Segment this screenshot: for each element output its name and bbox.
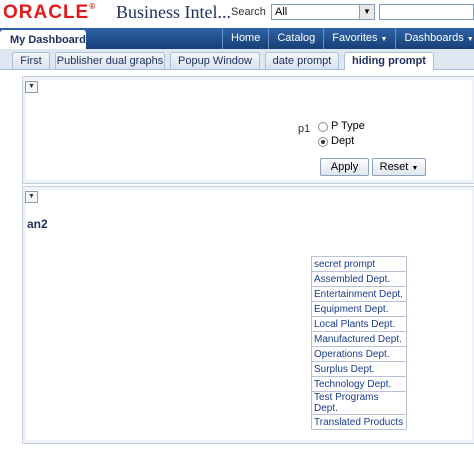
radio-label-p-type: P Type bbox=[331, 120, 365, 132]
reset-button[interactable]: Reset ▼ bbox=[372, 158, 426, 176]
table-cell[interactable]: Operations Dept. bbox=[311, 346, 407, 362]
dashboard-title: My Dashboard bbox=[0, 30, 86, 50]
chevron-down-icon[interactable]: ▼ bbox=[359, 5, 374, 19]
chevron-down-icon: ▼ bbox=[380, 36, 388, 43]
chevron-down-icon: ▼ bbox=[411, 165, 419, 172]
table-row[interactable]: Entertainment Dept. bbox=[311, 286, 407, 302]
table-cell[interactable]: Assembled Dept. bbox=[311, 271, 407, 287]
search-scope-value: All bbox=[275, 6, 288, 18]
prompt-label: p1 bbox=[298, 123, 311, 135]
table-row[interactable]: Technology Dept. bbox=[311, 376, 407, 392]
tab-first[interactable]: First bbox=[12, 52, 50, 69]
table-row[interactable]: Equipment Dept. bbox=[311, 301, 407, 317]
collapse-section-icon[interactable]: ▼ bbox=[25, 191, 38, 203]
table-cell[interactable]: Entertainment Dept. bbox=[311, 286, 407, 302]
table-cell[interactable]: Equipment Dept. bbox=[311, 301, 407, 317]
chevron-down-icon: ▼ bbox=[466, 36, 474, 43]
table-cell[interactable]: Manufactured Dept. bbox=[311, 331, 407, 347]
apply-button[interactable]: Apply bbox=[320, 158, 369, 176]
nav-home[interactable]: Home bbox=[222, 28, 268, 49]
global-nav-links: Home Catalog Favorites ▼ Dashboards ▼ bbox=[222, 28, 474, 49]
nav-dashboards[interactable]: Dashboards ▼ bbox=[395, 28, 474, 49]
tab-popup-window[interactable]: Popup Window bbox=[170, 52, 260, 69]
tab-publisher-dual-graphs[interactable]: Publisher dual graphs bbox=[55, 52, 165, 69]
table-row[interactable]: Assembled Dept. bbox=[311, 271, 407, 287]
collapse-section-icon[interactable]: ▼ bbox=[25, 81, 38, 93]
product-title: Business Intel... bbox=[116, 2, 231, 22]
analysis-title: an2 bbox=[27, 217, 48, 231]
table-row[interactable]: Manufactured Dept. bbox=[311, 331, 407, 347]
search-input[interactable] bbox=[379, 4, 474, 20]
table-row[interactable]: Test Programs Dept. bbox=[311, 391, 407, 415]
dept-list-table: secret prompt Assembled Dept. Entertainm… bbox=[311, 256, 407, 430]
table-row[interactable]: Local Plants Dept. bbox=[311, 316, 407, 332]
top-header: ORACLE® Business Intel... Search All ▼ bbox=[0, 0, 474, 26]
table-header: secret prompt bbox=[311, 256, 407, 272]
search-label: Search bbox=[231, 6, 266, 18]
table-row: secret prompt bbox=[311, 256, 407, 272]
nav-favorites[interactable]: Favorites ▼ bbox=[323, 28, 395, 49]
radio-p-type[interactable] bbox=[318, 122, 328, 132]
tab-hiding-prompt[interactable]: hiding prompt bbox=[344, 52, 434, 70]
radio-label-dept: Dept bbox=[331, 135, 355, 147]
table-cell[interactable]: Surplus Dept. bbox=[311, 361, 407, 377]
table-row[interactable]: Operations Dept. bbox=[311, 346, 407, 362]
oracle-logo[interactable]: ORACLE® bbox=[3, 2, 96, 24]
tab-date-prompt[interactable]: date prompt bbox=[265, 52, 339, 69]
table-row[interactable]: Surplus Dept. bbox=[311, 361, 407, 377]
nav-catalog[interactable]: Catalog bbox=[268, 28, 323, 49]
table-row[interactable]: Translated Products bbox=[311, 414, 407, 430]
radio-dept[interactable] bbox=[318, 137, 328, 147]
search-scope-select[interactable]: All ▼ bbox=[271, 4, 375, 20]
table-cell[interactable]: Translated Products bbox=[311, 414, 407, 430]
table-cell[interactable]: Test Programs Dept. bbox=[311, 391, 407, 415]
table-cell[interactable]: Technology Dept. bbox=[311, 376, 407, 392]
table-cell[interactable]: Local Plants Dept. bbox=[311, 316, 407, 332]
